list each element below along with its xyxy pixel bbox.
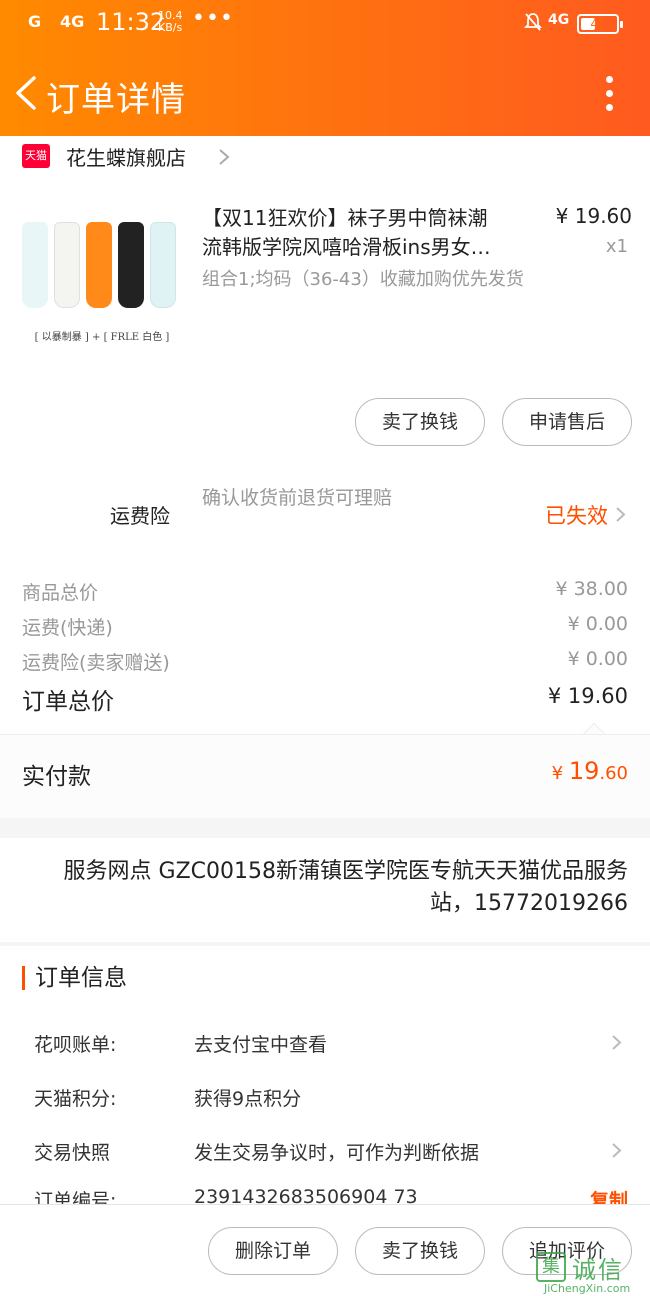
service-point: 服务网点 GZC00158新蒲镇医学院医专航天天猫优品服务站，157720192…	[34, 856, 628, 920]
page-title: 订单详情	[46, 80, 186, 120]
order-total-value: ¥ 19.60	[547, 684, 628, 708]
network-speed: 10.4 KB/s	[158, 10, 183, 34]
product-title-line-1: 【双11狂欢价】袜子男中筒袜潮	[202, 206, 488, 230]
insurance-fee-value: ¥ 0.00	[567, 648, 628, 670]
product-quantity: x1	[605, 236, 628, 257]
shipping-fee-label: 运费(快递)	[22, 617, 113, 639]
store-name: 花生蝶旗舰店	[66, 146, 186, 170]
service-point-title: 服务网点	[63, 859, 152, 884]
product-title-line-2: 流韩版学院风嘻哈滑板ins男女…	[202, 235, 491, 259]
sell-for-cash-button[interactable]: 卖了换钱	[355, 1227, 485, 1275]
delete-order-button[interactable]: 删除订单	[208, 1227, 338, 1275]
chevron-right-icon	[612, 1035, 622, 1050]
sock-image	[150, 222, 176, 308]
status-bar: G 4G 11:32 10.4 KB/s ••• 4G 41	[0, 0, 650, 50]
info-key: 交易快照	[34, 1142, 111, 1164]
battery-level: 41	[590, 17, 606, 31]
info-value: 发生交易争议时，可作为判断依据	[194, 1142, 480, 1164]
chevron-right-icon	[612, 1143, 622, 1158]
shipping-fee-value: ¥ 0.00	[567, 613, 628, 635]
watermark-url: JiChengXin.com	[544, 1282, 631, 1295]
huabei-bill-row[interactable]: 花呗账单: 去支付宝中查看	[34, 1030, 628, 1060]
goods-total-value: ¥ 38.00	[555, 578, 628, 600]
app-header: G 4G 11:32 10.4 KB/s ••• 4G 41 订单详情	[0, 0, 650, 136]
order-number-row: 订单编号: 2391432683506904 73 复制	[34, 1186, 628, 1204]
info-key: 花呗账单:	[34, 1034, 117, 1056]
more-options-icon[interactable]	[604, 76, 614, 114]
paid-currency: ¥	[551, 763, 569, 784]
order-total-label: 订单总价	[22, 689, 114, 715]
tmall-points-row: 天猫积分: 获得9点积分	[34, 1084, 628, 1114]
paid-amount-value: ¥ 19.60	[552, 757, 628, 785]
goods-total-label: 商品总价	[22, 582, 99, 604]
network-type: 4G	[548, 12, 570, 28]
product-title[interactable]: 【双11狂欢价】袜子男中筒袜潮 流韩版学院风嘻哈滑板ins男女…	[202, 204, 538, 262]
paid-amount-panel: 实付款 ¥ 19.60	[0, 734, 650, 818]
service-point-panel: 服务网点 GZC00158新蒲镇医学院医专航天天猫优品服务站，157720192…	[0, 838, 650, 942]
watermark-text: 诚信	[572, 1256, 624, 1284]
more-notifications-icon: •••	[192, 6, 234, 31]
nav-bar: 订单详情	[0, 60, 650, 130]
after-sale-button[interactable]: 申请售后	[502, 398, 632, 446]
paid-amount-int: 19	[568, 757, 600, 785]
sock-image	[118, 222, 144, 308]
info-value: 去支付宝中查看	[194, 1034, 328, 1056]
product-price: ¥ 19.60	[555, 204, 632, 228]
chevron-right-icon[interactable]	[615, 506, 626, 523]
sock-image	[22, 222, 48, 308]
signal-icon-2: 4G	[60, 12, 85, 31]
trade-snapshot-row[interactable]: 交易快照 发生交易争议时，可作为判断依据	[34, 1138, 628, 1168]
shipping-insurance-status[interactable]: 已失效	[545, 500, 608, 530]
info-key: 订单编号:	[34, 1190, 117, 1204]
product-spec: 组合1;均码（36-43）收藏加购优先发货	[202, 269, 524, 290]
service-point-text: GZC00158新蒲镇医学院医专航天天猫优品服务站，15772019266	[158, 859, 628, 916]
tmall-badge: 天猫	[22, 144, 50, 168]
watermark-logo: 集	[536, 1252, 566, 1282]
product-image[interactable]: [ 以暴制暴 ] + [ FRLE 白色 ]	[18, 222, 186, 346]
shipping-insurance-label: 运费险	[110, 504, 170, 528]
order-panel: 天猫 花生蝶旗舰店 [ 以暴制暴 ] + [ FRLE 白色 ] 【双11狂欢价…	[0, 136, 650, 746]
shipping-insurance-desc: 确认收货前退货可理赔	[202, 487, 393, 509]
sell-for-cash-button[interactable]: 卖了换钱	[355, 398, 485, 446]
info-value: 获得9点积分	[194, 1088, 302, 1110]
order-info-panel: 订单信息 花呗账单: 去支付宝中查看 天猫积分: 获得9点积分 交易快照 发生交…	[0, 946, 650, 1206]
product-image-caption: [ 以暴制暴 ] + [ FRLE 白色 ]	[34, 332, 170, 343]
paid-amount-dec: .60	[599, 763, 628, 784]
paid-amount-label: 实付款	[22, 764, 91, 790]
battery-icon: 41	[577, 14, 623, 34]
order-info-heading: 订单信息	[22, 966, 127, 990]
insurance-fee-label: 运费险(卖家赠送)	[22, 652, 170, 674]
status-time: 11:32	[96, 8, 166, 36]
sock-image	[86, 222, 112, 308]
info-key: 天猫积分:	[34, 1088, 117, 1110]
chevron-right-icon	[219, 149, 230, 165]
sock-image	[54, 222, 80, 308]
copy-button[interactable]: 复制	[590, 1186, 628, 1204]
watermark: 集 诚信 JiChengXin.com	[534, 1250, 648, 1296]
mute-bell-icon	[524, 13, 542, 31]
network-speed-unit: KB/s	[158, 21, 183, 34]
back-arrow-icon[interactable]	[12, 76, 38, 110]
order-number: 2391432683506904 73	[194, 1186, 418, 1204]
signal-icon-1: G	[28, 12, 42, 31]
